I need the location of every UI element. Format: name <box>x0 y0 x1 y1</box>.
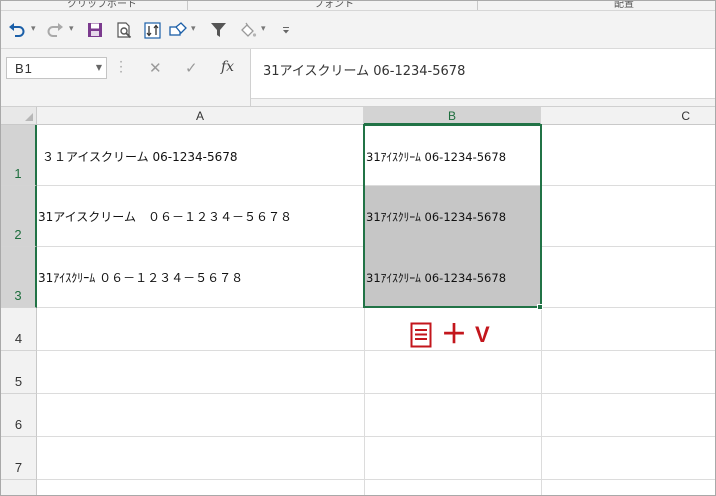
cell-b1[interactable]: 31ｱｲｽｸﾘｰﾑ 06-1234-5678 <box>366 150 506 164</box>
clipboard-icon <box>410 322 432 348</box>
plus-sign: ＋ <box>441 320 468 350</box>
formula-bar: B1 ▼ · · · ✕ ✓ fx 31アイスクリーム 06-1234-5678 <box>1 49 715 107</box>
selection-highlight <box>365 186 541 308</box>
redo-icon <box>47 23 63 37</box>
gridline <box>364 125 365 495</box>
shapes-button[interactable] <box>167 19 187 41</box>
gridline <box>37 479 715 480</box>
fill-color-button[interactable] <box>238 19 258 41</box>
customize-toolbar-button[interactable] <box>279 19 293 41</box>
print-preview-button[interactable] <box>114 19 134 41</box>
gridline <box>37 393 715 394</box>
quick-access-toolbar: ▾ ▾ ▾ ▾ <box>1 11 715 49</box>
column-header-a[interactable]: A <box>37 107 364 125</box>
ribbon-group-font: フォント <box>314 1 354 10</box>
shapes-dropdown-icon[interactable]: ▾ <box>191 24 196 34</box>
filter-icon <box>210 23 226 37</box>
worksheet-grid[interactable]: A B C 1 2 3 4 5 6 7 ３１アイスクリーム 06-1234-56… <box>1 107 715 495</box>
sort-icon <box>143 21 161 39</box>
row-header-8[interactable] <box>1 480 37 495</box>
excel-window: クリップボード ↘ フォント ↘ 配置 ▾ ▾ <box>0 0 716 496</box>
paint-bucket-icon <box>241 22 257 37</box>
cancel-icon[interactable]: ✕ <box>149 59 162 77</box>
gridline <box>37 350 715 351</box>
paste-shortcut-hint: ＋ V <box>410 322 490 348</box>
undo-button[interactable] <box>7 19 27 41</box>
cell-a1[interactable]: ３１アイスクリーム 06-1234-5678 <box>42 150 238 164</box>
column-header-c[interactable]: C <box>541 107 715 125</box>
name-box-value: B1 <box>15 61 33 76</box>
fill-color-dropdown-icon[interactable]: ▾ <box>261 24 266 34</box>
column-header-b[interactable]: B <box>364 107 541 125</box>
print-preview-icon <box>116 21 131 38</box>
dialog-launcher-icon[interactable]: ↘ <box>465 1 473 2</box>
row-header-4[interactable]: 4 <box>1 308 37 351</box>
select-all-button[interactable] <box>1 107 37 125</box>
ribbon-group-alignment: 配置 <box>614 1 634 10</box>
filter-button[interactable] <box>208 19 228 41</box>
customize-icon <box>283 27 289 34</box>
name-box[interactable]: B1 ▼ <box>6 57 107 79</box>
formula-buttons: ✕ ✓ fx <box>135 57 247 79</box>
shapes-icon <box>168 21 187 36</box>
vertical-dots-icon: · · · <box>119 55 123 79</box>
redo-dropdown-icon[interactable]: ▾ <box>69 24 74 34</box>
insert-function-icon[interactable]: fx <box>221 59 234 75</box>
row-header-3[interactable]: 3 <box>1 247 37 308</box>
redo-button[interactable] <box>45 19 65 41</box>
row-header-1[interactable]: 1 <box>1 125 37 186</box>
cell-b3[interactable]: 31ｱｲｽｸﾘｰﾑ 06-1234-5678 <box>366 271 506 285</box>
row-header-2[interactable]: 2 <box>1 186 37 247</box>
row-header-7[interactable]: 7 <box>1 437 37 480</box>
save-button[interactable] <box>85 19 105 41</box>
fill-handle[interactable] <box>537 304 543 310</box>
cell-a2[interactable]: 31アイスクリーム ０６－１２３４－５６７８ <box>38 210 292 224</box>
dialog-launcher-icon[interactable]: ↘ <box>188 1 196 2</box>
formula-text: 31アイスクリーム 06-1234-5678 <box>263 64 466 79</box>
key-v-label: V <box>475 322 490 347</box>
enter-icon[interactable]: ✓ <box>185 59 198 77</box>
gridline <box>37 436 715 437</box>
formula-input[interactable]: 31アイスクリーム 06-1234-5678 <box>251 49 715 99</box>
undo-icon <box>9 23 25 37</box>
cell-a3[interactable]: 31ｱｲｽｸﾘｰﾑ ０６－１２３４－５６７８ <box>38 271 243 285</box>
ribbon-group-labels: クリップボード ↘ フォント ↘ 配置 <box>1 1 715 11</box>
save-icon <box>88 23 102 37</box>
undo-dropdown-icon[interactable]: ▾ <box>31 24 36 34</box>
ribbon-group-clipboard: クリップボード <box>67 1 137 10</box>
sort-button[interactable] <box>142 19 162 41</box>
row-header-6[interactable]: 6 <box>1 394 37 437</box>
gridline <box>541 125 542 495</box>
row-header-5[interactable]: 5 <box>1 351 37 394</box>
chevron-down-icon[interactable]: ▼ <box>96 63 102 72</box>
cell-b2[interactable]: 31ｱｲｽｸﾘｰﾑ 06-1234-5678 <box>366 210 506 224</box>
